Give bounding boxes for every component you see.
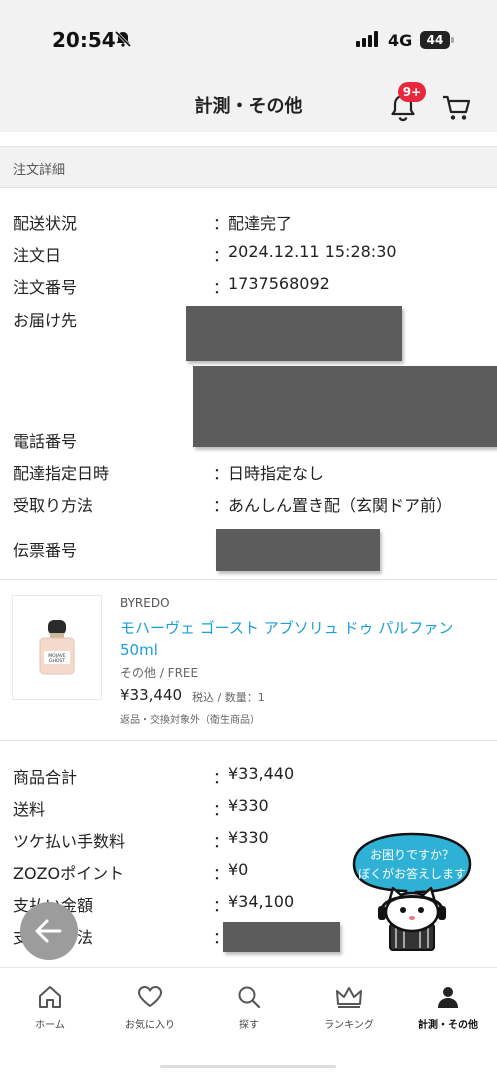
product-price: ¥33,440 [120,686,183,704]
order-number-label: 注文番号 [13,278,78,297]
deferred-payment-fee-label: ツケ払い手数料 [13,832,126,851]
home-indicator [160,1065,336,1068]
divider [0,579,497,580]
colon: ： [213,496,230,515]
delivery-status-value: 配達完了 [228,214,293,233]
subtotal-label: 商品合計 [13,768,78,787]
status-bar: 20:54 4G 44 [0,0,497,70]
colon: ： [213,864,230,883]
tab-search[interactable]: 探す [204,984,294,1031]
payment-amount-value: ¥34,100 [228,892,295,911]
arrow-left-icon [35,919,62,943]
order-detail-section-header: 注文詳細 [0,146,497,188]
redacted-address-phone [193,366,497,447]
bottom-tab-bar: ホーム お気に入り 探す ランキング 計測・その他 [0,967,497,1080]
section-title: 注文詳細 [13,163,66,178]
product-brand[interactable]: BYREDO [120,596,170,610]
battery-icon: 44 [420,31,450,49]
mascot-line-2: ぼくがお答えします [358,866,466,881]
search-icon [238,986,261,1009]
product-image[interactable]: MOJAVE GHOST [12,595,102,700]
colon: ： [213,800,230,819]
delivery-status-label: 配送状況 [13,214,78,233]
redacted-tracking-number [216,529,380,571]
cart-icon [443,95,471,120]
tab-measure-other[interactable]: 計測・その他 [403,984,493,1031]
silent-mode-icon [114,30,132,52]
colon: ： [213,832,230,851]
app-header: 計測・その他 9+ [0,70,497,132]
order-number-value: 1737568092 [228,274,330,293]
tab-label: ホーム [35,1020,65,1031]
bottle-label-bottom: GHOST [49,658,65,664]
zozo-points-value: ¥0 [228,860,249,879]
notification-badge: 9+ [398,82,426,102]
network-type: 4G [388,31,413,50]
redacted-payment-method [223,922,340,952]
shipping-fee-label: 送料 [13,800,46,819]
signal-icon [356,31,382,51]
perfume-bottle-image: MOJAVE GHOST [39,620,75,675]
back-button[interactable] [20,902,78,960]
zozo-points-label: ZOZOポイント [13,864,125,883]
receipt-method-value: あんしん置き配（玄関ドア前） [228,496,453,515]
deferred-payment-fee-value: ¥330 [228,828,269,847]
tab-ranking[interactable]: ランキング [304,984,394,1031]
colon: ： [213,246,230,265]
colon: ： [213,214,230,233]
price-note: 税込 / 数量：1 [192,691,265,704]
person-icon [438,987,458,1008]
colon: ： [213,896,230,915]
tab-favorites[interactable]: お気に入り [105,984,195,1031]
status-time: 20:54 [52,28,116,52]
tracking-number-label: 伝票番号 [13,541,78,560]
product-category: その他 / FREE [120,666,199,680]
colon: ： [213,278,230,297]
help-mascot-button[interactable]: お困りですか？ ぼくがお答えします [346,832,476,952]
tab-label: 探す [239,1020,259,1031]
shipping-fee-value: ¥330 [228,796,269,815]
tab-label: お気に入り [125,1020,175,1031]
receipt-method-label: 受取り方法 [13,496,94,515]
redacted-address [186,306,402,361]
tab-label: 計測・その他 [418,1020,478,1031]
heart-icon [138,986,162,1007]
order-date-label: 注文日 [13,246,62,265]
subtotal-value: ¥33,440 [228,764,295,783]
mascot-illustration: お困りですか？ ぼくがお答えします [352,832,472,951]
tab-label: ランキング [324,1020,374,1031]
delivery-time-label: 配達指定日時 [13,464,110,483]
colon: ： [213,768,230,787]
crown-icon [336,987,362,1008]
colon: ： [213,464,230,483]
phone-number-label: 電話番号 [13,432,78,451]
product-name-link[interactable]: モハーヴェ ゴースト アブソリュ ドゥ パルファン 50ml [120,617,460,661]
cart-button[interactable] [440,90,474,124]
tab-home[interactable]: ホーム [5,984,95,1031]
battery-tip [451,37,454,43]
return-note: 返品・交換対象外（衛生商品） [120,715,260,726]
delivery-time-value: 日時指定なし [228,464,325,483]
mascot-line-1: お困りですか？ [370,848,454,862]
divider [0,740,497,741]
home-icon [39,986,61,1008]
shipping-address-label: お届け先 [13,311,78,330]
order-date-value: 2024.12.11 15:28:30 [228,242,397,261]
